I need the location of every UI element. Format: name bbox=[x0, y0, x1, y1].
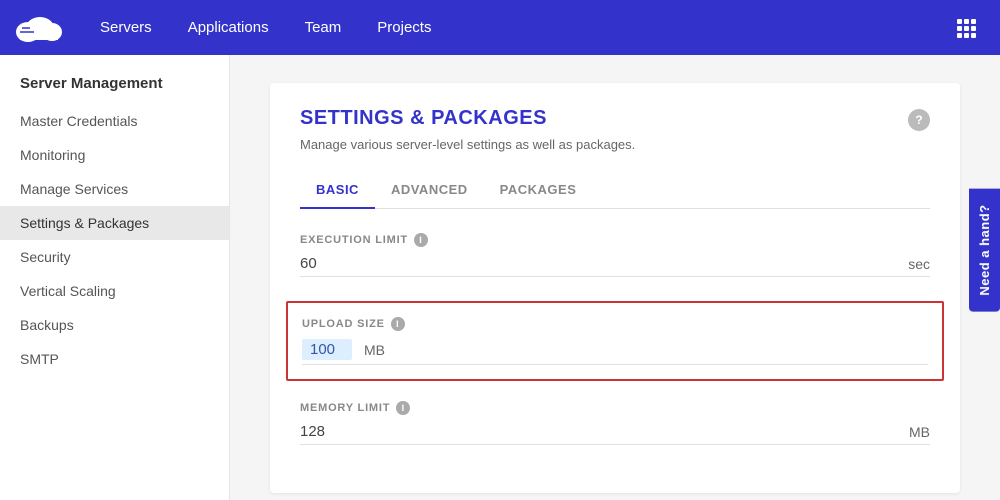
upload-size-unit: MB bbox=[364, 342, 385, 358]
upload-size-label: UPLOAD SIZE i bbox=[302, 317, 928, 331]
sidebar: Server Management Master Credentials Mon… bbox=[0, 55, 230, 500]
tab-packages[interactable]: PACKAGES bbox=[484, 172, 593, 209]
execution-limit-value: 60 bbox=[300, 255, 896, 272]
card-subtitle: Manage various server-level settings as … bbox=[300, 137, 930, 152]
nav-projects[interactable]: Projects bbox=[359, 0, 449, 55]
sidebar-item-security[interactable]: Security bbox=[0, 240, 229, 274]
navbar: Servers Applications Team Projects bbox=[0, 0, 1000, 55]
nav-links: Servers Applications Team Projects bbox=[82, 0, 449, 55]
upload-size-input[interactable]: 100 bbox=[302, 339, 352, 360]
grid-icon[interactable] bbox=[948, 18, 984, 38]
execution-limit-section: EXECUTION LIMIT i 60 sec bbox=[300, 233, 930, 277]
help-button[interactable]: ? bbox=[908, 109, 930, 131]
nav-servers[interactable]: Servers bbox=[82, 0, 170, 55]
execution-limit-row: 60 sec bbox=[300, 255, 930, 277]
execution-limit-unit: sec bbox=[908, 256, 930, 272]
memory-limit-info-icon[interactable]: i bbox=[396, 401, 410, 415]
memory-limit-row: 128 MB bbox=[300, 423, 930, 445]
sidebar-title: Server Management bbox=[0, 75, 229, 104]
logo[interactable] bbox=[16, 10, 62, 46]
memory-limit-value: 128 bbox=[300, 423, 897, 440]
card-header: SETTINGS & PACKAGES ? bbox=[300, 107, 930, 131]
nav-applications[interactable]: Applications bbox=[170, 0, 287, 55]
sidebar-item-smtp[interactable]: SMTP bbox=[0, 342, 229, 376]
upload-size-row: 100 MB bbox=[302, 339, 928, 365]
sidebar-item-vertical-scaling[interactable]: Vertical Scaling bbox=[0, 274, 229, 308]
execution-limit-label: EXECUTION LIMIT i bbox=[300, 233, 930, 247]
tab-advanced[interactable]: ADVANCED bbox=[375, 172, 484, 209]
sidebar-item-settings-packages[interactable]: Settings & Packages bbox=[0, 206, 229, 240]
upload-size-info-icon[interactable]: i bbox=[391, 317, 405, 331]
memory-limit-section: MEMORY LIMIT i 128 MB bbox=[300, 401, 930, 445]
sidebar-item-manage-services[interactable]: Manage Services bbox=[0, 172, 229, 206]
tab-basic[interactable]: BASIC bbox=[300, 172, 375, 209]
nav-team[interactable]: Team bbox=[287, 0, 360, 55]
sidebar-item-master-credentials[interactable]: Master Credentials bbox=[0, 104, 229, 138]
content-area: SETTINGS & PACKAGES ? Manage various ser… bbox=[230, 55, 1000, 500]
memory-limit-unit: MB bbox=[909, 424, 930, 440]
need-a-hand-button[interactable]: Need a hand? bbox=[969, 188, 1000, 311]
execution-limit-info-icon[interactable]: i bbox=[414, 233, 428, 247]
tabs: BASIC ADVANCED PACKAGES bbox=[300, 172, 930, 209]
card-title: SETTINGS & PACKAGES bbox=[300, 107, 547, 130]
main-layout: Server Management Master Credentials Mon… bbox=[0, 55, 1000, 500]
sidebar-item-backups[interactable]: Backups bbox=[0, 308, 229, 342]
upload-size-section: UPLOAD SIZE i 100 MB bbox=[286, 301, 944, 381]
sidebar-item-monitoring[interactable]: Monitoring bbox=[0, 138, 229, 172]
memory-limit-label: MEMORY LIMIT i bbox=[300, 401, 930, 415]
content-card: SETTINGS & PACKAGES ? Manage various ser… bbox=[270, 83, 960, 493]
